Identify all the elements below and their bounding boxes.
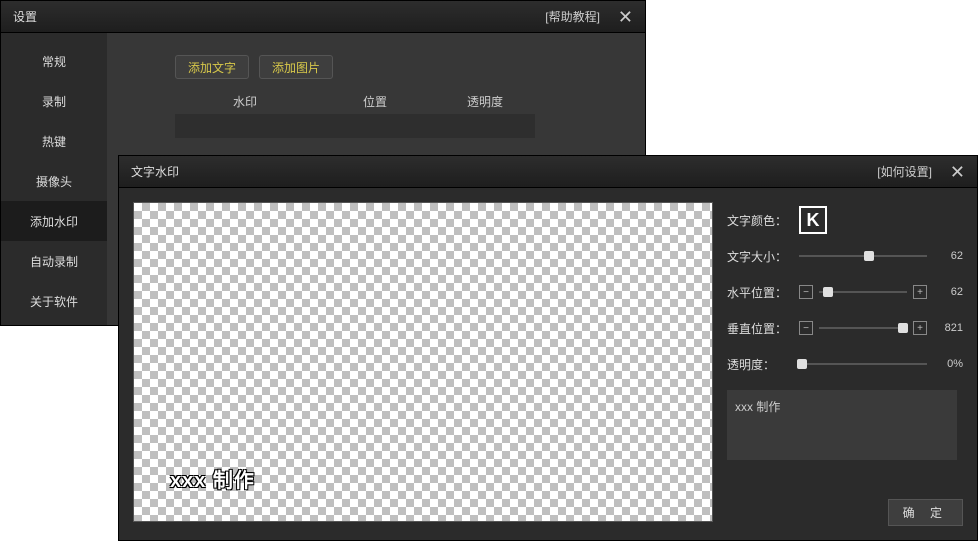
text-watermark-window: 文字水印 [如何设置] ✕ xxx 制作 文字颜色： K 文字大小： 62	[118, 155, 978, 541]
size-thumb[interactable]	[864, 251, 874, 261]
vpos-slider[interactable]	[819, 321, 907, 335]
sidebar-item-autorecord[interactable]: 自动录制	[1, 241, 107, 281]
hpos-slider[interactable]	[819, 285, 907, 299]
wm-titlebar[interactable]: 文字水印 [如何设置] ✕	[119, 156, 977, 188]
col-watermark: 水印	[175, 93, 315, 110]
watermark-text-input[interactable]	[727, 390, 957, 460]
settings-titlebar[interactable]: 设置 [帮助教程] ✕	[1, 1, 645, 33]
hpos-value: 62	[935, 286, 963, 298]
hpos-thumb[interactable]	[823, 287, 833, 297]
sidebar-item-record[interactable]: 录制	[1, 81, 107, 121]
color-picker[interactable]: K	[799, 206, 827, 234]
add-image-button[interactable]: 添加图片	[259, 55, 333, 79]
opacity-slider[interactable]	[799, 357, 927, 371]
sidebar-item-general[interactable]: 常规	[1, 41, 107, 81]
wm-title: 文字水印	[127, 163, 179, 180]
wm-close-icon[interactable]: ✕	[946, 163, 969, 181]
watermark-preview: xxx 制作	[133, 202, 713, 522]
label-size: 文字大小：	[727, 248, 791, 265]
settings-close-icon[interactable]: ✕	[614, 8, 637, 26]
size-slider[interactable]	[799, 249, 927, 263]
row-hpos: 水平位置： − + 62	[727, 274, 963, 310]
col-opacity: 透明度	[435, 93, 535, 110]
label-color: 文字颜色：	[727, 212, 791, 229]
wm-help-link[interactable]: [如何设置]	[877, 163, 932, 180]
vpos-thumb[interactable]	[898, 323, 908, 333]
label-vpos: 垂直位置：	[727, 320, 791, 337]
settings-help-link[interactable]: [帮助教程]	[545, 8, 600, 25]
size-value: 62	[935, 250, 963, 262]
sidebar-item-about[interactable]: 关于软件	[1, 281, 107, 321]
row-color: 文字颜色： K	[727, 202, 963, 238]
sidebar-item-hotkey[interactable]: 热键	[1, 121, 107, 161]
watermark-table-body	[175, 114, 535, 138]
wm-controls: 文字颜色： K 文字大小： 62 水平位置： −	[727, 202, 963, 526]
ok-button[interactable]: 确 定	[888, 499, 963, 526]
vpos-minus-icon[interactable]: −	[799, 321, 813, 335]
preview-watermark-text: xxx 制作	[170, 464, 255, 493]
opacity-value: 0%	[935, 358, 963, 370]
hpos-minus-icon[interactable]: −	[799, 285, 813, 299]
vpos-value: 821	[935, 322, 963, 334]
row-size: 文字大小： 62	[727, 238, 963, 274]
add-text-button[interactable]: 添加文字	[175, 55, 249, 79]
row-opacity: 透明度： 0%	[727, 346, 963, 382]
settings-title: 设置	[9, 8, 37, 25]
sidebar-item-watermark[interactable]: 添加水印	[1, 201, 107, 241]
opacity-thumb[interactable]	[797, 359, 807, 369]
row-vpos: 垂直位置： − + 821	[727, 310, 963, 346]
hpos-plus-icon[interactable]: +	[913, 285, 927, 299]
col-position: 位置	[315, 93, 435, 110]
sidebar-item-camera[interactable]: 摄像头	[1, 161, 107, 201]
label-opacity: 透明度：	[727, 356, 791, 373]
label-hpos: 水平位置：	[727, 284, 791, 301]
watermark-table-header: 水印 位置 透明度	[175, 93, 535, 110]
vpos-plus-icon[interactable]: +	[913, 321, 927, 335]
settings-sidebar: 常规 录制 热键 摄像头 添加水印 自动录制 关于软件	[1, 33, 107, 325]
